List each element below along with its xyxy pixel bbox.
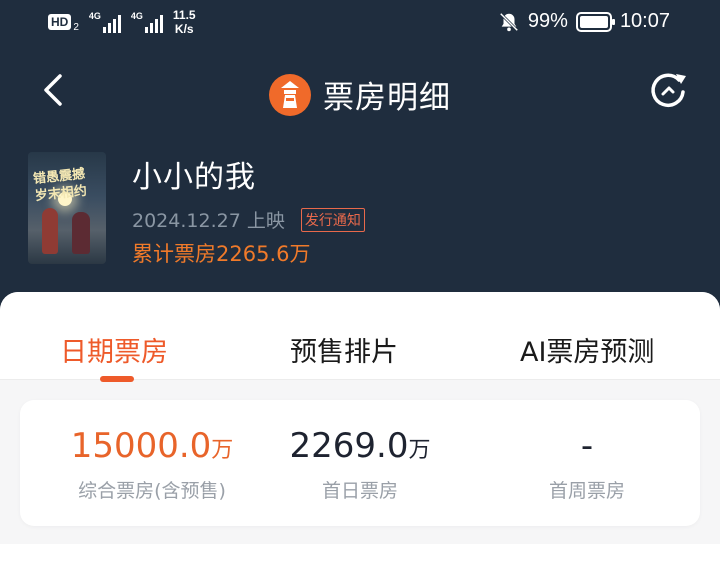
stat-value: 15000.0	[70, 426, 212, 466]
signal-icon-2: 4G	[131, 11, 163, 33]
stat-label: 综合票房(含预售)	[78, 480, 226, 502]
page-title: 票房明细	[323, 80, 451, 116]
sim2-label: 4G	[130, 11, 143, 21]
stat-value: -	[580, 426, 594, 466]
bell-muted-icon	[499, 12, 519, 31]
release-date: 2024.12.27 上映	[132, 210, 285, 232]
next-section-edge	[0, 544, 720, 561]
battery-icon	[575, 11, 615, 32]
release-row: 2024.12.27 上映 发行通知	[132, 206, 365, 233]
speed-unit: K/s	[174, 22, 194, 36]
tab-bar: 日期票房 预售排片 AI票房预测	[0, 292, 720, 382]
poster-figure	[42, 208, 58, 254]
status-right: 99% 10:07	[498, 10, 670, 33]
content-panel: 日期票房 预售排片 AI票房预测 15000.0万 综合票房(含预售) 2269…	[0, 292, 720, 561]
stat-unit: 万	[211, 438, 234, 463]
stat-unit: 万	[408, 438, 431, 463]
movie-title: 小小的我	[132, 160, 256, 195]
speed-value: 11.5	[172, 8, 196, 22]
release-notice-badge[interactable]: 发行通知	[300, 207, 365, 232]
total-box-office: 累计票房2265.6万	[132, 242, 311, 266]
movie-info: 错愚震撼 岁末相约 小小的我 2024.12.27 上映 发行通知 累计票房22…	[28, 150, 708, 270]
stat-total: 15000.0万 综合票房(含预售)	[42, 426, 262, 503]
nav-bar: 票房明细	[0, 60, 720, 120]
hd-sub-label: 2	[73, 21, 79, 33]
stats-card: 15000.0万 综合票房(含预售) 2269.0万 首日票房 - 首周票房	[20, 400, 700, 526]
stat-first-week: - 首周票房	[477, 426, 697, 503]
refresh-icon[interactable]	[648, 70, 690, 112]
tab-date-box-office[interactable]: 日期票房	[60, 330, 168, 369]
tab-presale-schedule[interactable]: 预售排片	[290, 330, 398, 369]
tab-ai-forecast[interactable]: AI票房预测	[520, 330, 654, 369]
hd-badge: HD	[48, 14, 72, 30]
movie-poster[interactable]: 错愚震撼 岁末相约	[28, 152, 106, 264]
stat-first-day: 2269.0万 首日票房	[250, 426, 470, 503]
sim1-label: 4G	[88, 11, 101, 21]
clock: 10:07	[619, 10, 670, 32]
status-bar: HD 2 4G 4G 11.5 K/s 99% 10:07	[0, 0, 720, 50]
stat-value: 2269.0	[289, 426, 409, 466]
active-tab-indicator	[100, 376, 134, 382]
stat-label: 首日票房	[321, 480, 398, 502]
nav-title-group: 票房明细	[0, 72, 720, 117]
stat-label: 首周票房	[548, 480, 625, 502]
battery-percent: 99%	[527, 10, 568, 32]
signal-icon: 4G	[89, 11, 121, 33]
status-left: HD 2 4G 4G 11.5 K/s	[48, 8, 196, 36]
poster-text: 错愚震撼 岁末相约	[32, 166, 88, 205]
network-speed: 11.5 K/s	[173, 8, 196, 36]
poster-figure	[72, 212, 90, 254]
lighthouse-logo-icon	[269, 73, 311, 116]
